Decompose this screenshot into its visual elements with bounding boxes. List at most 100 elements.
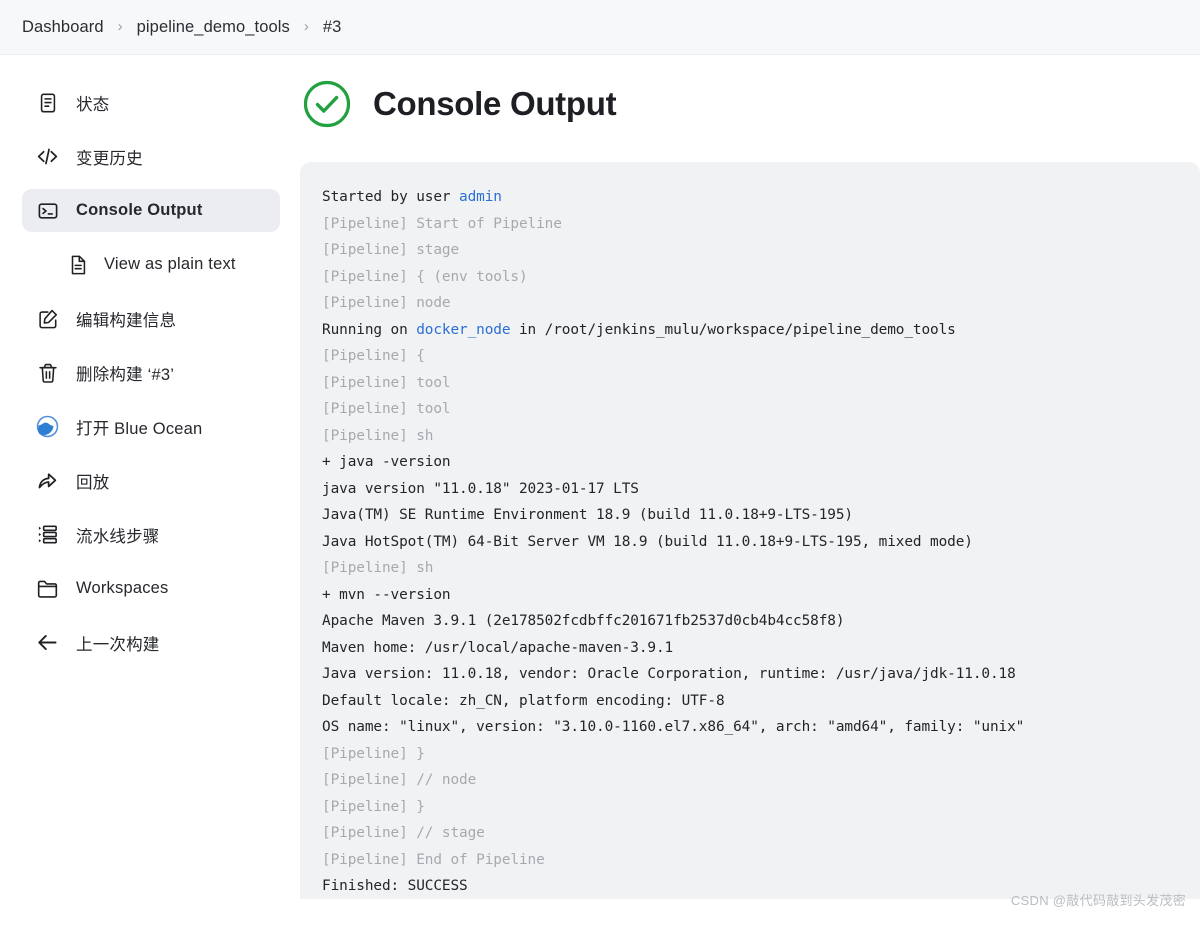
document-icon	[36, 91, 59, 114]
console-log-text: [Pipeline] // stage	[322, 825, 485, 841]
console-log-text: Running on	[322, 321, 417, 338]
console-log-text: [Pipeline] stage	[322, 242, 460, 258]
console-log-text: Finished: SUCCESS	[322, 878, 468, 894]
terminal-icon	[36, 199, 59, 222]
sidebar-item-label: 回放	[76, 473, 110, 492]
console-log-text: [Pipeline] tool	[322, 401, 451, 417]
sidebar-item-label: Console Output	[76, 201, 203, 219]
page-body: 状态变更历史 Console Output View as plain text 编辑…	[0, 55, 1200, 925]
sidebar-item-view-as-plain-text[interactable]: View as plain text	[56, 243, 280, 286]
console-log-text: java version "11.0.18" 2023-01-17 LTS	[322, 480, 639, 497]
sidebar-item-label: 打开 Blue Ocean	[76, 419, 203, 438]
replay-icon	[36, 469, 59, 492]
sidebar-item-arrow-left[interactable]: 上一次构建	[22, 621, 280, 664]
sidebar-item-label: 状态	[76, 95, 110, 114]
console-log-text: [Pipeline] }	[322, 745, 425, 762]
console-output-log[interactable]: Started by user admin [Pipeline] Start of…	[300, 162, 1200, 899]
breadcrumb-separator: ›	[303, 17, 309, 35]
console-log-line: Java(TM) SE Runtime Environment 18.9 (bu…	[322, 502, 1174, 529]
watermark: CSDN @敲代码敲到头发茂密	[1010, 893, 1186, 908]
console-log-text: Java version: 11.0.18, vendor: Oracle Co…	[322, 666, 1016, 682]
sidebar-item-label: 上一次构建	[76, 635, 160, 654]
console-log-text: + mvn --version	[322, 586, 451, 603]
console-log-line: [Pipeline] tool	[322, 370, 1174, 397]
sidebar-item-label: View as plain text	[104, 255, 236, 273]
console-log-line: [Pipeline] sh	[322, 423, 1174, 450]
console-log-line: [Pipeline] { (env tools)	[322, 264, 1174, 291]
console-log-text: [Pipeline] End of Pipeline	[322, 851, 545, 868]
folder-icon	[36, 577, 59, 600]
console-log-line: + java -version	[322, 449, 1174, 476]
sidebar-item-code[interactable]: 变更历史	[22, 135, 280, 178]
sidebar-item-document[interactable]: 状态	[22, 81, 280, 124]
console-log-line: [Pipeline] }	[322, 794, 1174, 821]
breadcrumb-separator: ›	[117, 17, 123, 35]
console-log-link[interactable]: docker_node	[416, 322, 510, 338]
main-content: Console Output Started by user admin [Pip…	[300, 55, 1200, 925]
console-log-text: Java(TM) SE Runtime Environment 18.9 (bu…	[322, 507, 853, 523]
console-log-text: [Pipeline] // node	[322, 772, 477, 788]
page-title: Console Output	[373, 85, 617, 122]
console-log-text: [Pipeline] Start of Pipeline	[322, 215, 562, 232]
console-log-line: Java HotSpot(TM) 64-Bit Server VM 18.9 (…	[322, 529, 1174, 556]
sidebar-item-console-output[interactable]: Console Output	[22, 189, 280, 232]
console-log-line: [Pipeline] Start of Pipeline	[322, 211, 1174, 238]
sidebar-item-pipeline-steps[interactable]: 流水线步骤	[22, 513, 280, 556]
console-log-line: java version "11.0.18" 2023-01-17 LTS	[322, 476, 1174, 503]
console-log-text: Maven home: /usr/local/apache-maven-3.9.…	[322, 639, 674, 656]
console-log-line: [Pipeline] node	[322, 290, 1174, 317]
console-log-text: in /root/jenkins_mulu/workspace/pipeline…	[510, 321, 956, 338]
console-log-text: OS name: "linux", version: "3.10.0-1160.…	[322, 719, 1025, 735]
sidebar-item-label: 变更历史	[76, 149, 143, 168]
sidebar-item-workspaces[interactable]: Workspaces	[22, 567, 280, 610]
console-log-text: Apache Maven 3.9.1 (2e178502fcdbffc20167…	[322, 613, 845, 629]
console-log-line: Default locale: zh_CN, platform encoding…	[322, 688, 1174, 715]
sidebar: 状态变更历史 Console Output View as plain text 编辑…	[0, 55, 300, 925]
sidebar-item-删除构建-‘#3’[interactable]: 删除构建 ‘#3’	[22, 351, 280, 394]
console-log-line: [Pipeline] tool	[322, 396, 1174, 423]
console-log-text: [Pipeline] tool	[322, 374, 451, 391]
sidebar-item-replay[interactable]: 回放	[22, 459, 280, 502]
console-log-line: [Pipeline] sh	[322, 555, 1174, 582]
console-log-text: Java HotSpot(TM) 64-Bit Server VM 18.9 (…	[322, 533, 973, 550]
sidebar-item-label: 流水线步骤	[76, 527, 160, 546]
console-log-text: + java -version	[322, 454, 451, 470]
sidebar-item-label: 删除构建 ‘#3’	[76, 365, 175, 384]
console-log-text: [Pipeline] { (env tools)	[322, 268, 528, 285]
console-log-text: [Pipeline] {	[322, 348, 425, 364]
breadcrumb-item-1[interactable]: Dashboard	[22, 18, 104, 37]
success-check-circle-icon	[302, 79, 352, 129]
console-log-line: Apache Maven 3.9.1 (2e178502fcdbffc20167…	[322, 608, 1174, 635]
console-log-text: Default locale: zh_CN, platform encoding…	[322, 692, 725, 709]
plain-text-file-icon	[66, 253, 89, 276]
edit-icon	[36, 307, 59, 330]
breadcrumb-item-2[interactable]: pipeline_demo_tools	[137, 18, 290, 37]
console-log-line: [Pipeline] // node	[322, 767, 1174, 794]
sidebar-item-edit[interactable]: 编辑构建信息	[22, 297, 280, 340]
console-log-line: OS name: "linux", version: "3.10.0-1160.…	[322, 714, 1174, 741]
sidebar-item-打开-blue-ocean[interactable]: 打开 Blue Ocean	[22, 405, 280, 448]
console-output-header: Console Output	[300, 79, 1200, 129]
console-log-line: + mvn --version	[322, 582, 1174, 609]
blue-ocean-icon	[36, 415, 59, 438]
arrow-left-icon	[36, 631, 59, 654]
console-log-text: [Pipeline] }	[322, 798, 425, 815]
console-log-text: [Pipeline] node	[322, 295, 451, 311]
console-log-link[interactable]: admin	[459, 189, 502, 205]
console-log-line: [Pipeline] }	[322, 741, 1174, 768]
console-log-line: [Pipeline] // stage	[322, 820, 1174, 847]
sidebar-item-label: Workspaces	[76, 579, 169, 597]
console-log-line: Java version: 11.0.18, vendor: Oracle Co…	[322, 661, 1174, 688]
breadcrumb-item-3: #3	[322, 17, 342, 36]
trash-icon	[36, 361, 59, 384]
console-log-line: [Pipeline] End of Pipeline	[322, 847, 1174, 874]
console-log-text: Started by user	[322, 189, 460, 205]
console-log-line: Maven home: /usr/local/apache-maven-3.9.…	[322, 635, 1174, 662]
console-log-line: [Pipeline] stage	[322, 237, 1174, 264]
breadcrumb: Dashboard › pipeline_demo_tools › #3	[0, 0, 1200, 55]
console-log-line: [Pipeline] {	[322, 343, 1174, 370]
console-log-text: [Pipeline] sh	[322, 427, 434, 444]
sidebar-item-label: 编辑构建信息	[76, 311, 177, 330]
console-log-line: Running on docker_node in /root/jenkins_…	[322, 317, 1174, 344]
console-log-line: Started by user admin	[322, 184, 1174, 211]
